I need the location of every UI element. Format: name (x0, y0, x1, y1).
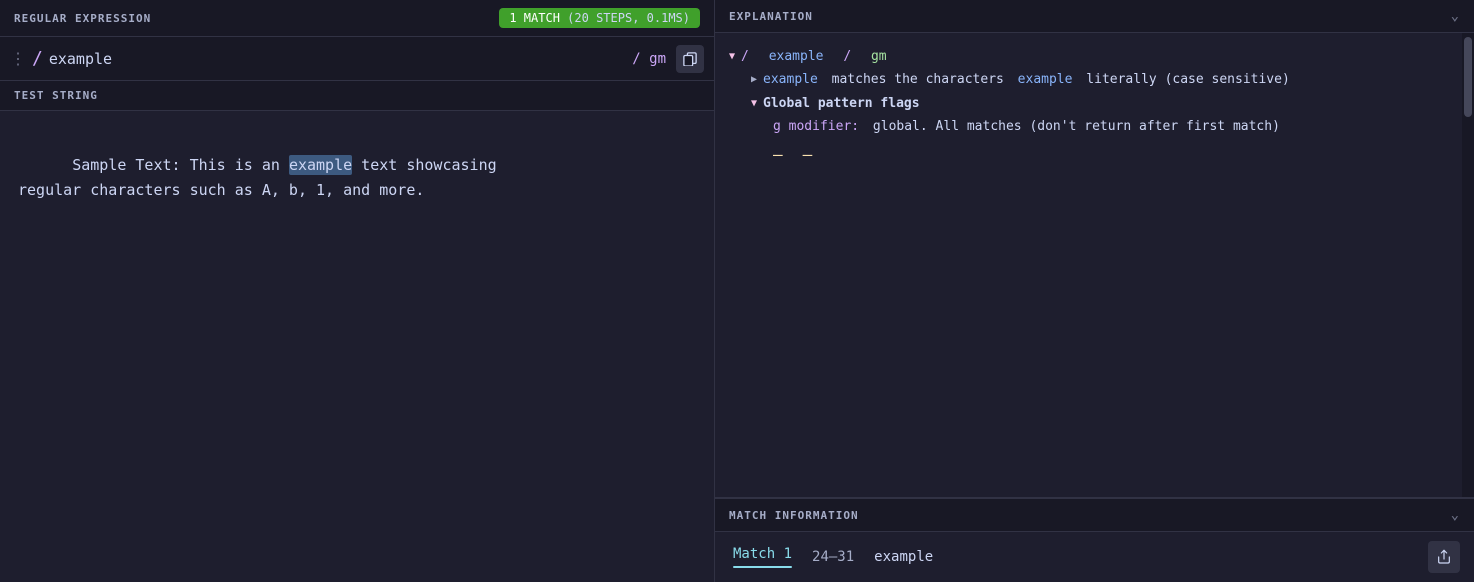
explanation-body: ▼ / example / gm ▶ example matches the c… (715, 33, 1474, 497)
triangle-right-icon[interactable]: ▶ (751, 71, 757, 89)
left-panel: REGULAR EXPRESSION 1 match (20 steps, 0.… (0, 0, 715, 582)
triangle-down-icon[interactable]: ▼ (729, 48, 735, 66)
explanation-label: EXPLANATION (729, 10, 813, 23)
exp-root-slash2: / (843, 45, 851, 68)
regex-options-icon[interactable]: ⋮ (10, 49, 26, 68)
exp-child1: ▶ example matches the characters example… (729, 68, 1460, 91)
exp-child1-mono: example (763, 68, 818, 91)
exp-root-slash1: / (741, 45, 749, 68)
exp-root-gm: gm (871, 45, 887, 68)
match-info-section: MATCH INFORMATION ⌄ Match 1 24–31 exampl… (715, 498, 1474, 582)
test-string-header: TEST STRING (0, 81, 714, 111)
regex-flags: / gm (632, 51, 666, 67)
test-highlight: example (289, 155, 352, 175)
match-badge: 1 match (20 steps, 0.1ms) (499, 8, 700, 28)
exp-child1-row: ▶ example matches the characters example… (751, 68, 1460, 91)
explanation-tree: ▼ / example / gm ▶ example matches the c… (729, 45, 1460, 169)
exp-child2-label: Global pattern flags (763, 92, 920, 115)
exp-root-example: example (769, 45, 824, 68)
match-info-label: MATCH INFORMATION (729, 509, 859, 522)
scrollbar[interactable] (1462, 33, 1474, 497)
match-range: 24–31 (812, 549, 854, 565)
triangle-down-icon2[interactable]: ▼ (751, 95, 757, 113)
match-value: example (874, 549, 933, 565)
dash-1: — (773, 141, 783, 170)
exp-child2: ▼ Global pattern flags g modifier: globa… (729, 92, 1460, 139)
exp-g-modifier: g modifier: (773, 115, 859, 138)
regex-input[interactable] (49, 50, 632, 68)
exp-child2-content: g modifier: global. All matches (don't r… (773, 115, 1460, 138)
test-text-before: Sample Text: This is an (72, 156, 289, 174)
explanation-header: EXPLANATION ⌄ (715, 0, 1474, 33)
exp-child1-mono2: example (1018, 68, 1073, 91)
match-tab-label: Match 1 (733, 546, 792, 564)
chevron-down-icon[interactable]: ⌄ (1451, 8, 1460, 24)
dash-lines: — — (729, 139, 1460, 170)
exp-root-row: ▼ / example / gm (729, 45, 1460, 68)
exp-child2-body: g modifier: global. All matches (don't r… (751, 115, 1460, 138)
explanation-section: EXPLANATION ⌄ ▼ / example / gm (715, 0, 1474, 498)
regex-input-row: ⋮ / / gm (0, 37, 714, 81)
copy-icon (683, 52, 697, 66)
test-string-area[interactable]: Sample Text: This is an example text sho… (0, 111, 714, 582)
test-string-text: Sample Text: This is an example text sho… (18, 127, 696, 229)
copy-button[interactable] (676, 45, 704, 73)
exp-child2-header-row: ▼ Global pattern flags (751, 92, 1460, 115)
share-icon (1436, 549, 1452, 565)
match-chevron-down-icon[interactable]: ⌄ (1451, 507, 1460, 523)
match-info-body: Match 1 24–31 example (715, 532, 1474, 582)
match-info-header: MATCH INFORMATION ⌄ (715, 499, 1474, 532)
regex-section-header: REGULAR EXPRESSION 1 match (20 steps, 0.… (0, 0, 714, 37)
test-string-label: TEST STRING (14, 89, 98, 102)
regex-open-slash: / (32, 48, 43, 69)
dash-2: — (803, 141, 813, 170)
match-tab-underline (733, 566, 792, 568)
right-panel: EXPLANATION ⌄ ▼ / example / gm (715, 0, 1474, 582)
scrollbar-thumb (1464, 37, 1472, 117)
match-tab[interactable]: Match 1 (733, 546, 792, 568)
regex-section-label: REGULAR EXPRESSION (14, 12, 151, 25)
share-button[interactable] (1428, 541, 1460, 573)
